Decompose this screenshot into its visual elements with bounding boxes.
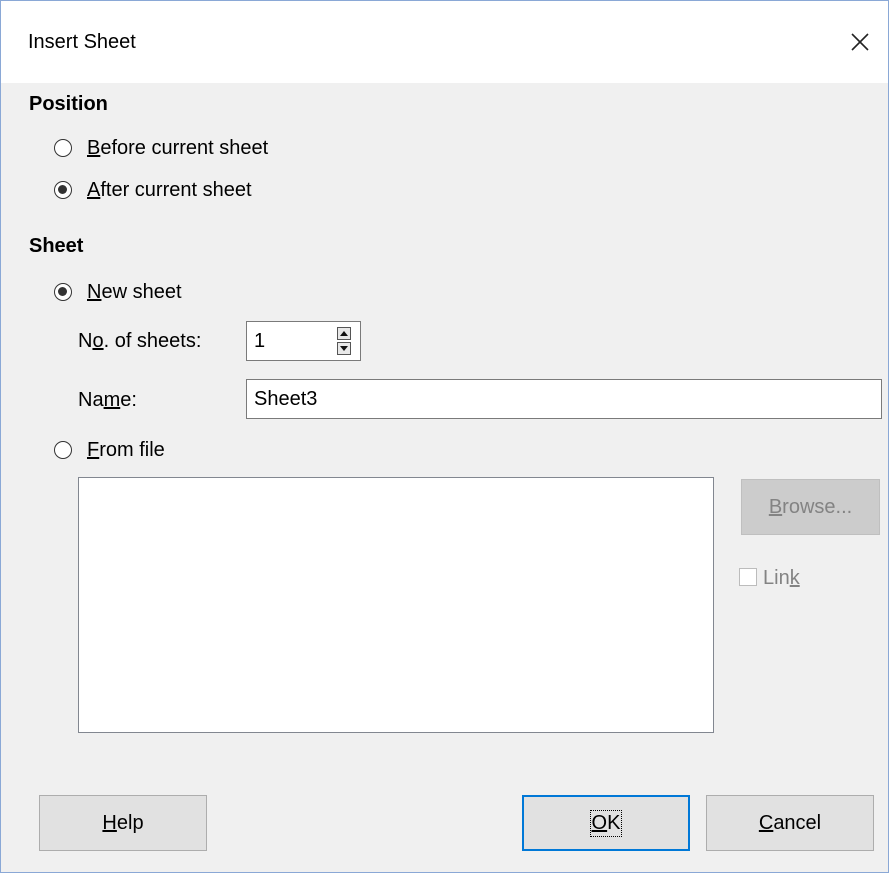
- before-current-sheet-radio[interactable]: [54, 139, 72, 157]
- sheet-name-input[interactable]: Sheet3: [246, 379, 882, 419]
- insert-sheet-dialog: Insert Sheet Position Before current she…: [0, 0, 889, 873]
- file-list-box[interactable]: [78, 477, 714, 733]
- from-file-label[interactable]: From file: [87, 439, 165, 462]
- no-of-sheets-stepper[interactable]: [328, 323, 360, 359]
- no-of-sheets-value: 1: [254, 329, 266, 352]
- ok-label: OK: [589, 809, 623, 837]
- name-label: Name:: [78, 389, 137, 411]
- ok-button[interactable]: OK: [522, 795, 690, 851]
- from-file-radio[interactable]: [54, 441, 72, 459]
- sheet-name-value: Sheet3: [254, 387, 318, 410]
- sheet-heading: Sheet: [29, 235, 84, 257]
- link-label[interactable]: Link: [763, 567, 800, 590]
- browse-button[interactable]: Browse...: [741, 479, 880, 535]
- close-icon: [851, 33, 869, 51]
- no-of-sheets-label: No. of sheets:: [78, 330, 202, 352]
- spin-down-icon[interactable]: [337, 342, 351, 355]
- dialog-title: Insert Sheet: [28, 31, 136, 53]
- new-sheet-radio[interactable]: [54, 283, 72, 301]
- title-bar: Insert Sheet: [1, 1, 888, 83]
- before-current-sheet-label[interactable]: Before current sheet: [87, 137, 268, 160]
- after-current-sheet-radio[interactable]: [54, 181, 72, 199]
- close-button[interactable]: [832, 1, 888, 83]
- help-button[interactable]: Help: [39, 795, 207, 851]
- after-current-sheet-label[interactable]: After current sheet: [87, 179, 252, 202]
- position-heading: Position: [29, 93, 108, 115]
- cancel-button[interactable]: Cancel: [706, 795, 874, 851]
- new-sheet-label[interactable]: New sheet: [87, 281, 182, 304]
- link-checkbox[interactable]: [739, 568, 757, 586]
- spin-up-icon[interactable]: [337, 327, 351, 340]
